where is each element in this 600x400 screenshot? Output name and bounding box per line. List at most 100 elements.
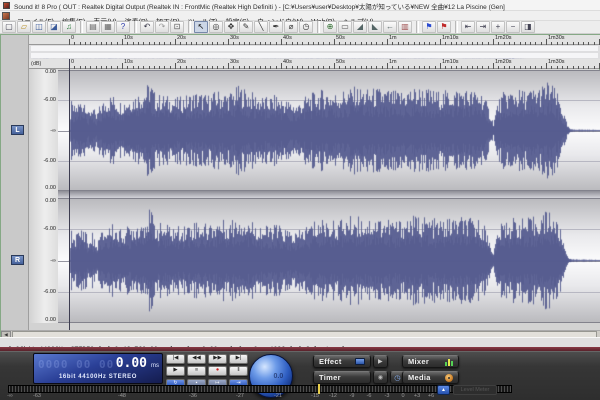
lcd-time-unit: ms xyxy=(151,363,159,369)
status-bar: [ 16bit 44100Hz STEREO ][ 1m46s760.00ms … xyxy=(0,337,600,347)
ruler-tick xyxy=(297,66,298,69)
ruler-tick xyxy=(583,66,584,69)
ruler-tick xyxy=(504,66,505,69)
timer-button[interactable]: Timer xyxy=(313,371,371,384)
ruler-tick xyxy=(228,63,229,69)
waveform-canvas-left[interactable] xyxy=(58,70,600,191)
line-tool-button[interactable]: ╲ xyxy=(254,21,268,33)
web-tool-button[interactable]: ⊕ xyxy=(323,21,337,33)
keys-tool-button[interactable]: ▭ xyxy=(338,21,352,33)
ruler-tick xyxy=(159,66,160,69)
ruler-tick xyxy=(175,63,176,69)
pen-tool-button[interactable]: ✒ xyxy=(269,21,283,33)
meter-scale-label: -27 xyxy=(236,393,244,399)
ruler-tick xyxy=(154,66,155,69)
ruler-tick xyxy=(382,66,383,69)
ruler-tick xyxy=(90,66,91,69)
overview-pane[interactable] xyxy=(29,45,600,59)
toolbar-separator xyxy=(134,21,137,33)
marker-prev-button[interactable]: ⇤ xyxy=(461,21,475,33)
marker-next-button[interactable]: ⇥ xyxy=(476,21,490,33)
lcd-format-text: 16bit 44100Hz STEREO xyxy=(34,374,162,380)
effect-button[interactable]: Effect xyxy=(313,355,371,368)
undo-button[interactable]: ↶ xyxy=(140,21,154,33)
ruler-tick xyxy=(588,66,589,69)
waveform-left-channel[interactable] xyxy=(58,70,600,191)
ruler-tick xyxy=(260,66,261,69)
waveform-canvas-right[interactable] xyxy=(58,198,600,323)
time-tool-button[interactable]: ◷ xyxy=(299,21,313,33)
hand-tool-button[interactable]: ✥ xyxy=(224,21,238,33)
context-help-button[interactable]: ? xyxy=(116,21,130,33)
record-button[interactable]: ● xyxy=(208,366,227,376)
fade-in-tool-button[interactable]: ◢ xyxy=(353,21,367,33)
meter-scale-label: -63 xyxy=(33,393,41,399)
window-title: Sound it! 8 Pro ( OUT : Realtek Digital … xyxy=(14,1,505,11)
save-button[interactable]: ◫ xyxy=(32,21,46,33)
ruler-label: 40s xyxy=(283,59,292,65)
pattern-tool-button[interactable]: ▥ xyxy=(398,21,412,33)
save-as-button[interactable]: ◪ xyxy=(47,21,61,33)
new-file-button[interactable]: ▢ xyxy=(2,21,16,33)
ruler-tick xyxy=(387,63,388,69)
fade-out-tool-button[interactable]: ◣ xyxy=(368,21,382,33)
mixer-view-button[interactable]: ▦ xyxy=(101,21,115,33)
overview-strip-left[interactable] xyxy=(31,46,598,51)
prev-take-button[interactable]: ← xyxy=(383,21,397,33)
ruler-tick xyxy=(419,66,420,69)
meter-scale-label: -9 xyxy=(350,393,355,399)
overview-strip-right[interactable] xyxy=(31,53,598,58)
meter-scale-label: -12 xyxy=(329,393,337,399)
effect-play-button[interactable]: ▶ xyxy=(373,355,388,368)
open-media-button[interactable]: ♫ xyxy=(62,21,76,33)
marker-red-button[interactable]: ⚑ xyxy=(437,21,451,33)
ruler-tick xyxy=(467,66,468,69)
wave-list-button[interactable]: ▤ xyxy=(86,21,100,33)
ruler-tick xyxy=(451,66,452,69)
open-folder-button[interactable]: ▱ xyxy=(17,21,31,33)
marker-add-button[interactable]: + xyxy=(491,21,505,33)
zoom-tool-button[interactable]: ◎ xyxy=(209,21,223,33)
timer-record-button[interactable]: ◉ xyxy=(373,371,388,384)
db-scale-label: 0.00 xyxy=(45,185,56,191)
play-button[interactable]: ▶ xyxy=(166,366,185,376)
redo-button[interactable]: ↷ xyxy=(155,21,169,33)
level-meter-aux-button[interactable]: Level Meter xyxy=(453,385,497,395)
meter-scale-label: -3 xyxy=(385,393,390,399)
meter-scale-label: -21 xyxy=(274,393,282,399)
media-button[interactable]: Media xyxy=(402,371,459,384)
toolbar-separator xyxy=(416,21,419,33)
marker-del-button[interactable]: − xyxy=(506,21,520,33)
to-end-button[interactable]: ▶| xyxy=(229,354,248,364)
select-tool-button[interactable]: ↖ xyxy=(194,21,208,33)
pause-button[interactable]: ‖ xyxy=(229,366,248,376)
ruler-tick xyxy=(281,63,282,69)
ruler-tick xyxy=(514,66,515,69)
play-icon: ▶ xyxy=(378,358,383,365)
rewind-button[interactable]: ◀◀ xyxy=(187,354,206,364)
ruler-tick xyxy=(371,66,372,69)
waveform-right-channel[interactable] xyxy=(58,198,600,323)
effect-button-label: Effect xyxy=(319,357,342,366)
eraser-tool-button[interactable]: ⌀ xyxy=(284,21,298,33)
stop-button[interactable]: ■ xyxy=(187,366,206,376)
ruler-tick xyxy=(80,66,81,69)
lcd-display: 0000 00 00 0.00 ms 16bit 44100Hz STEREO xyxy=(33,353,163,384)
ruler-label: 20s xyxy=(177,35,186,41)
ruler-label: 50s xyxy=(336,35,345,41)
history-button[interactable]: ⊡ xyxy=(170,21,184,33)
pencil-tool-button[interactable]: ✎ xyxy=(239,21,253,33)
ruler-label: 1m10s xyxy=(442,59,459,65)
toolbar-separator xyxy=(455,21,458,33)
fast-forward-button[interactable]: ▶▶ xyxy=(208,354,227,364)
transport-buttons: |◀◀◀▶▶▶|▶■●‖↻▪↦⇥ xyxy=(166,354,250,388)
db-scale-label: 0.00 xyxy=(45,69,56,75)
to-start-button[interactable]: |◀ xyxy=(166,354,185,364)
mixer-button[interactable]: Mixer xyxy=(402,355,459,368)
meter-toggle-button[interactable]: ▲ xyxy=(437,385,450,395)
playback-cursor xyxy=(69,59,70,330)
ruler-tick xyxy=(472,66,473,69)
ruler-tick xyxy=(562,66,563,69)
marker-list-button[interactable]: ◨ xyxy=(521,21,535,33)
marker-blue-button[interactable]: ⚑ xyxy=(422,21,436,33)
